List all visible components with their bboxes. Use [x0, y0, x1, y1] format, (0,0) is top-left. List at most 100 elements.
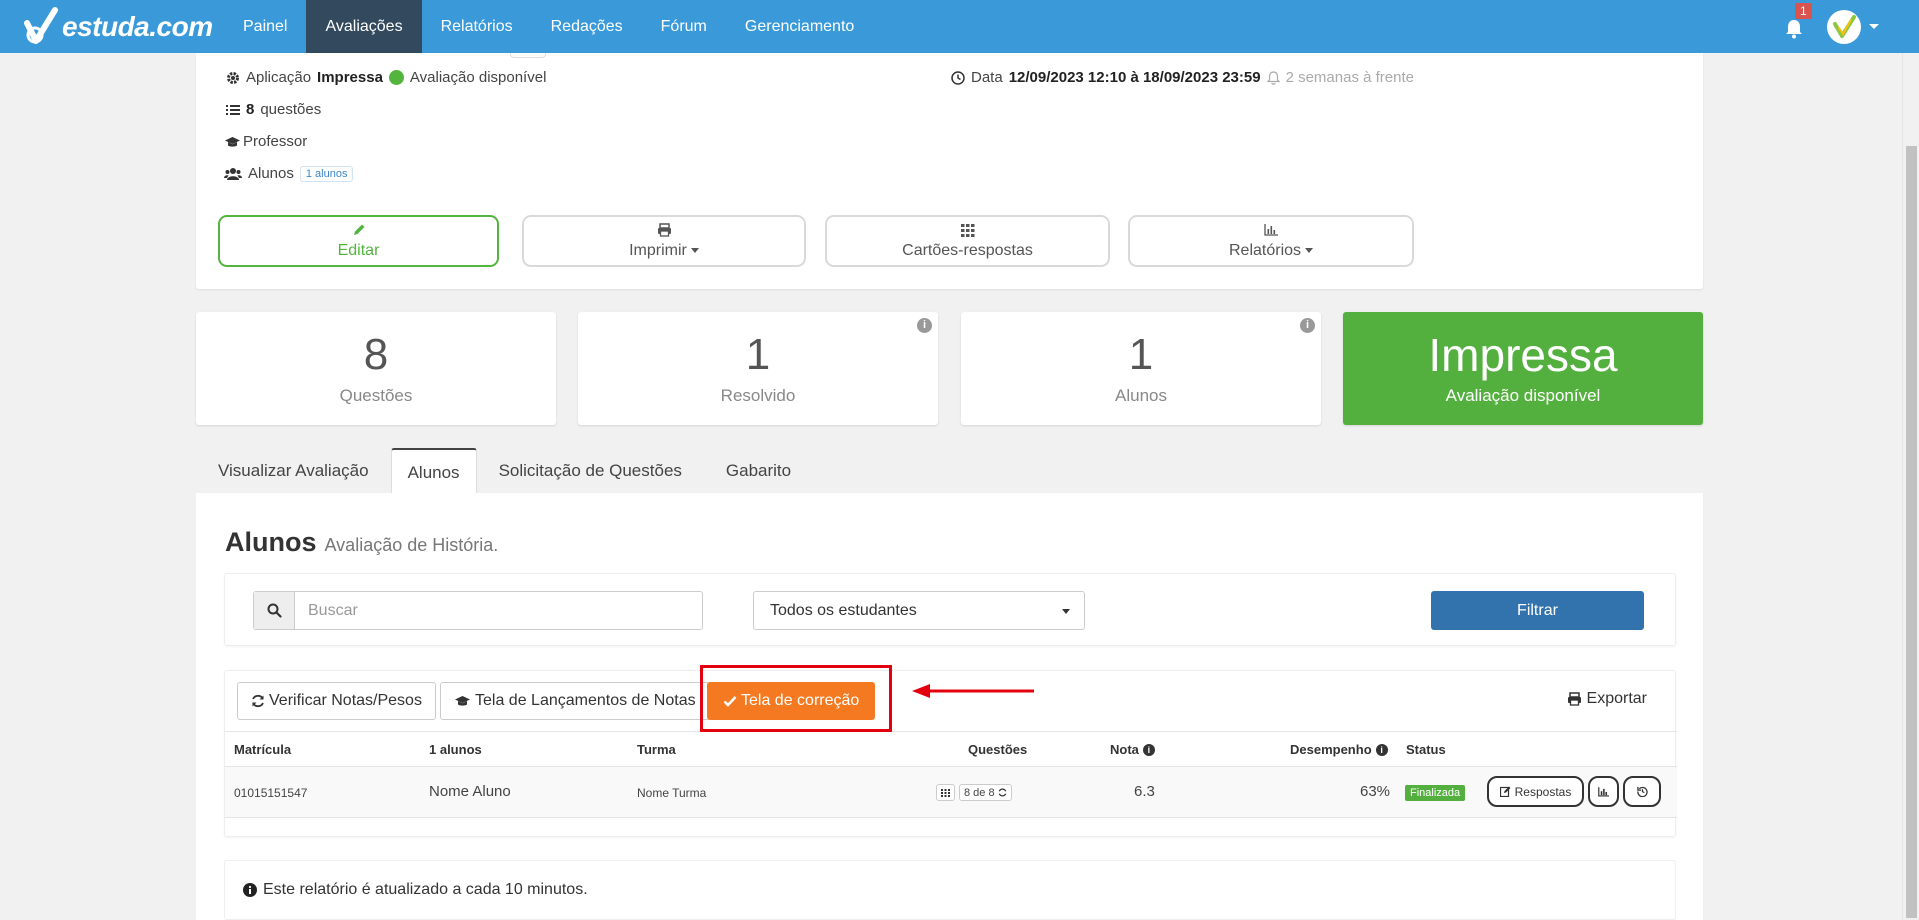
- professor-row: Professor: [224, 133, 307, 150]
- brand-name: estuda.com: [62, 10, 213, 42]
- tab-gabarito[interactable]: Gabarito: [704, 448, 813, 493]
- stat-alunos: i 1 Alunos: [961, 312, 1321, 425]
- section-title: Alunos: [225, 527, 317, 557]
- checkmark-logo-icon: [24, 6, 58, 44]
- table-header: Matrícula 1 alunos Turma Questões Nota i…: [225, 731, 1677, 767]
- col-nota[interactable]: Nota i: [1110, 742, 1155, 757]
- grade-entry-screen-label: Tela de Lançamentos de Notas: [475, 692, 696, 709]
- questions-progress-button[interactable]: 8 de 8: [959, 784, 1012, 801]
- nav-item-forum[interactable]: Fórum: [642, 0, 726, 53]
- history-icon: [1636, 786, 1648, 797]
- bell-icon: [1786, 19, 1802, 38]
- tab-visualizar-avaliacao[interactable]: Visualizar Avaliação: [196, 448, 391, 493]
- nav-item-avaliacoes[interactable]: Avaliações: [306, 0, 422, 53]
- print-label: Imprimir: [629, 242, 699, 260]
- reports-chevron-down-icon: [1305, 248, 1314, 254]
- students-select-value: Todos os estudantes: [770, 602, 917, 619]
- tab-solicitacao-de-questoes[interactable]: Solicitação de Questões: [477, 448, 704, 493]
- grid-icon: [960, 222, 975, 238]
- table-row: 01015151547 Nome Aluno Nome Turma 8 de 8: [225, 767, 1677, 818]
- evaluation-tabs: Visualizar Avaliação Alunos Solicitação …: [196, 448, 813, 493]
- col-status: Status: [1406, 742, 1446, 757]
- nav-item-relatorios[interactable]: Relatórios: [422, 0, 532, 53]
- reports-label-text: Relatórios: [1228, 242, 1302, 259]
- export-button[interactable]: Exportar: [1567, 690, 1647, 708]
- col-desempenho-label: Desempenho: [1290, 742, 1372, 757]
- list-icon: [226, 104, 240, 115]
- refresh-icon: [252, 694, 264, 708]
- alunos-row: Alunos 1 alunos: [224, 165, 354, 182]
- grade-entry-screen-button[interactable]: Tela de Lançamentos de Notas: [440, 682, 710, 720]
- aplicacao-row: Aplicação Impressa Avaliação disponível: [226, 69, 546, 86]
- verify-grades-label: Verificar Notas/Pesos: [269, 692, 422, 709]
- search-input[interactable]: [295, 592, 702, 629]
- data-value: 12/09/2023 12:10 à 18/09/2023 23:59: [1008, 69, 1261, 86]
- col-questoes: Questões: [968, 742, 1028, 757]
- stat-value: 1: [745, 330, 771, 379]
- questoes-row: 8 questões: [226, 101, 321, 118]
- top-right-controls: 1: [1785, 0, 1879, 53]
- filter-button[interactable]: Filtrar: [1431, 591, 1644, 630]
- page-scrollbar[interactable]: [1902, 53, 1919, 920]
- filter-bar: Todos os estudantes Filtrar: [224, 573, 1676, 646]
- stat-aplicacao: Impressa Avaliação disponível: [1343, 312, 1703, 425]
- alunos-count-tag: 1 alunos: [299, 165, 354, 182]
- availability-status: Avaliação disponível: [409, 69, 547, 86]
- bar-chart-icon: [1264, 222, 1278, 238]
- stat-label: Alunos: [1115, 386, 1167, 405]
- cell-nome[interactable]: Nome Aluno: [429, 783, 511, 800]
- scrollbar-thumb[interactable]: [1906, 146, 1917, 918]
- data-label: Data: [971, 69, 1003, 86]
- cell-turma: Nome Turma: [637, 786, 707, 800]
- section-heading: Alunos Avaliação de História.: [225, 527, 498, 558]
- answer-cards-button[interactable]: Cartões-respostas: [825, 215, 1110, 267]
- edit-label: Editar: [337, 242, 380, 259]
- answer-grid-button[interactable]: [936, 784, 955, 801]
- verify-grades-button[interactable]: Verificar Notas/Pesos: [237, 682, 436, 720]
- status-dot-icon: [388, 70, 404, 85]
- nav-item-gerenciamento[interactable]: Gerenciamento: [726, 0, 873, 53]
- pencil-icon: [352, 222, 366, 238]
- info-icon[interactable]: i: [1142, 743, 1155, 756]
- nav-item-painel[interactable]: Painel: [224, 0, 306, 53]
- section-subtitle: Avaliação de História.: [324, 535, 499, 555]
- professor-label: Professor: [243, 133, 308, 150]
- export-label: Exportar: [1586, 690, 1647, 707]
- evaluation-details-card: Aplicação Impressa Avaliação disponível …: [196, 53, 1703, 289]
- stat-value: Impressa: [1428, 329, 1618, 381]
- answers-button[interactable]: Respostas: [1487, 776, 1584, 807]
- chevron-down-icon: [1062, 609, 1070, 614]
- stat-label: Avaliação disponível: [1445, 386, 1601, 405]
- student-report-button[interactable]: [1588, 776, 1619, 807]
- status-badge: Finalizada: [1405, 785, 1466, 801]
- notifications-button[interactable]: 1: [1785, 2, 1812, 39]
- students-select[interactable]: Todos os estudantes: [753, 591, 1085, 630]
- refresh-icon: [998, 788, 1006, 797]
- grid-icon: [941, 788, 950, 797]
- students-panel: Alunos Avaliação de História. Todos os e…: [196, 493, 1703, 920]
- stat-resolvido: i 1 Resolvido: [578, 312, 938, 425]
- questions-progress: 8 de 8: [964, 786, 995, 799]
- update-notice-text: Este relatório é atualizado a cada 10 mi…: [263, 881, 588, 898]
- data-row: Data 12/09/2023 12:10 à 18/09/2023 23:59…: [951, 69, 1414, 86]
- edit-button[interactable]: Editar: [218, 215, 499, 267]
- history-button[interactable]: [1623, 776, 1661, 807]
- bar-chart-icon: [1598, 786, 1609, 797]
- user-avatar[interactable]: [1827, 9, 1861, 44]
- relative-time: 2 semanas à frente: [1285, 69, 1414, 86]
- tab-alunos[interactable]: Alunos: [390, 448, 477, 493]
- print-button[interactable]: Imprimir: [522, 215, 806, 267]
- info-icon[interactable]: i: [1375, 743, 1388, 756]
- info-icon[interactable]: i: [917, 318, 932, 333]
- user-menu-chevron-down-icon[interactable]: [1869, 24, 1879, 29]
- col-desempenho[interactable]: Desempenho i: [1290, 742, 1388, 757]
- col-nota-label: Nota: [1110, 742, 1139, 757]
- main-nav: Painel Avaliações Relatórios Redações Fó…: [224, 0, 873, 53]
- nav-item-redacoes[interactable]: Redações: [532, 0, 642, 53]
- info-icon[interactable]: i: [1300, 318, 1315, 333]
- search-button[interactable]: [254, 592, 295, 629]
- reports-button[interactable]: Relatórios: [1128, 215, 1414, 267]
- users-icon: [224, 168, 242, 180]
- brand-logo[interactable]: estuda.com: [0, 0, 224, 53]
- annotation-highlight-box: [700, 665, 892, 732]
